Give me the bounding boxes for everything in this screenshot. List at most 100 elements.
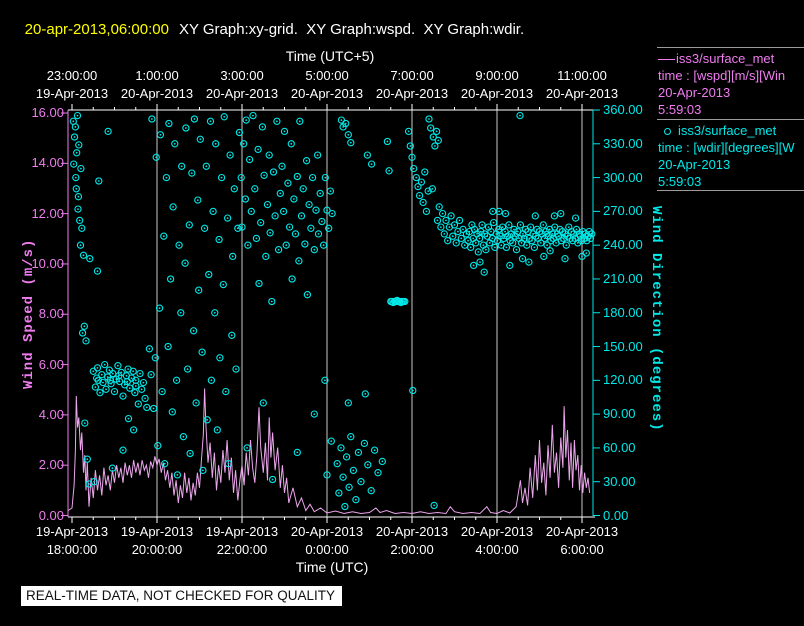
left-axis-tick-label: 2.00 — [38, 457, 64, 473]
wdir-point-dot — [548, 228, 551, 231]
right-axis-title: Wind Direction (degrees) — [648, 206, 664, 432]
wdir-point-dot — [418, 194, 421, 197]
wdir-point-dot — [117, 364, 119, 367]
wdir-point-dot — [271, 478, 274, 481]
wdir-point-dot — [74, 176, 77, 179]
wdir-point-dot — [412, 167, 415, 170]
wdir-point-dot — [467, 239, 469, 242]
left-axis-tick-label: 12.00 — [31, 205, 64, 221]
wdir-point-dot — [336, 462, 339, 465]
wdir-point-dot — [515, 248, 518, 251]
wdir-point-dot — [103, 363, 106, 366]
wdir-point-dot — [428, 118, 430, 120]
wdir-point-dot — [132, 429, 135, 431]
wdir-point-dot — [154, 356, 157, 359]
wdir-point-dot — [547, 235, 550, 238]
wdir-point-dot — [415, 176, 418, 179]
wdir-point-dot — [206, 418, 209, 421]
wdir-point-dot — [324, 379, 326, 382]
wdir-point-dot — [338, 492, 340, 494]
wdir-point-dot — [298, 260, 300, 262]
wdir-point-dot — [140, 388, 143, 391]
wdir-point-dot — [201, 351, 204, 354]
wdir-point-dot — [184, 262, 187, 265]
wdir-point-dot — [491, 210, 494, 213]
wdir-point-dot — [233, 187, 236, 190]
wdir-point-dot — [203, 227, 206, 230]
wdir-point-dot — [349, 435, 352, 438]
wdir-point-dot — [347, 133, 350, 136]
wdir-point-dot — [242, 142, 245, 145]
wdir-point-dot — [212, 210, 215, 213]
wdir-point-dot — [72, 163, 75, 166]
wdir-point-dot — [88, 257, 91, 260]
wdir-point-dot — [185, 127, 187, 129]
wdir-point-dot — [272, 171, 275, 173]
wdir-point-dot — [322, 244, 325, 247]
wdir-point-dot — [156, 444, 159, 447]
wdir-point-dot — [137, 403, 140, 405]
wdir-point-dot — [252, 114, 254, 117]
top-axis-tick-date: 20-Apr-2013 — [545, 86, 619, 101]
wdir-point-dot — [134, 379, 137, 382]
wdir-point-dot — [231, 255, 234, 258]
wdir-point-dot — [315, 209, 317, 212]
wdir-point-dot — [96, 270, 99, 272]
wdir-point-dot — [427, 190, 430, 193]
wdir-point-dot — [429, 127, 432, 129]
wdir-point-dot — [438, 206, 441, 208]
wdir-point-dot — [523, 237, 526, 240]
wdir-point-dot — [207, 273, 210, 276]
wdir-point-dot — [293, 198, 295, 200]
wdir-point-dot — [573, 233, 575, 235]
wdir-point-dot — [110, 382, 112, 385]
wdir-point-dot — [494, 246, 496, 249]
wdir-point-dot — [74, 126, 77, 128]
wdir-point-dot — [377, 471, 379, 474]
wdir-point-dot — [472, 264, 475, 267]
wdir-point-dot — [218, 238, 221, 241]
wdir-point-dot — [500, 244, 503, 247]
wdir-point-dot — [158, 307, 161, 310]
wdir-point-dot — [279, 192, 282, 195]
wdir-point-dot — [300, 215, 303, 217]
wdir-point-dot — [230, 334, 233, 337]
wdir-point-dot — [216, 429, 219, 431]
wdir-point-dot — [180, 165, 183, 168]
wdir-point-dot — [302, 187, 305, 190]
wdir-point-dot — [482, 244, 485, 247]
wdir-point-dot — [113, 390, 116, 393]
wdir-point-dot — [432, 136, 435, 138]
wdir-point-dot — [76, 114, 79, 117]
wdir-point-dot — [245, 119, 248, 121]
wdir-point-dot — [77, 208, 79, 211]
wdir-point-dot — [86, 458, 89, 461]
wdir-point-dot — [491, 237, 494, 240]
wdir-point-dot — [585, 252, 588, 255]
wdir-point-dot — [326, 474, 328, 476]
wdir-point-dot — [190, 172, 193, 175]
wdir-point-dot — [169, 278, 172, 280]
wdir-point-dot — [498, 210, 500, 213]
wdir-point-dot — [366, 463, 369, 466]
wdir-point-dot — [250, 210, 253, 213]
wdir-point-dot — [283, 130, 286, 133]
wdir-point-dot — [472, 237, 475, 240]
wdir-point-dot — [171, 411, 174, 413]
wdir-point-dot — [246, 447, 249, 449]
wdir-point-dot — [247, 244, 249, 247]
wdir-point-dot — [73, 136, 76, 138]
wdir-point-dot — [287, 182, 289, 185]
wdir-point-dot — [423, 171, 426, 173]
wdir-point-dot — [195, 402, 198, 404]
wdir-point-dot — [457, 230, 459, 233]
wdir-point-dot — [590, 233, 593, 235]
wdir-point-dot — [288, 226, 291, 229]
left-axis-tick-label: 14.00 — [31, 155, 64, 171]
wdir-point-dot — [80, 227, 83, 230]
wdir-point-dot — [125, 374, 128, 377]
wdir-point-dot — [305, 159, 308, 162]
wdir-point-dot — [327, 227, 330, 230]
wdir-point-dot — [519, 224, 522, 226]
wdir-point-dot — [567, 226, 570, 229]
